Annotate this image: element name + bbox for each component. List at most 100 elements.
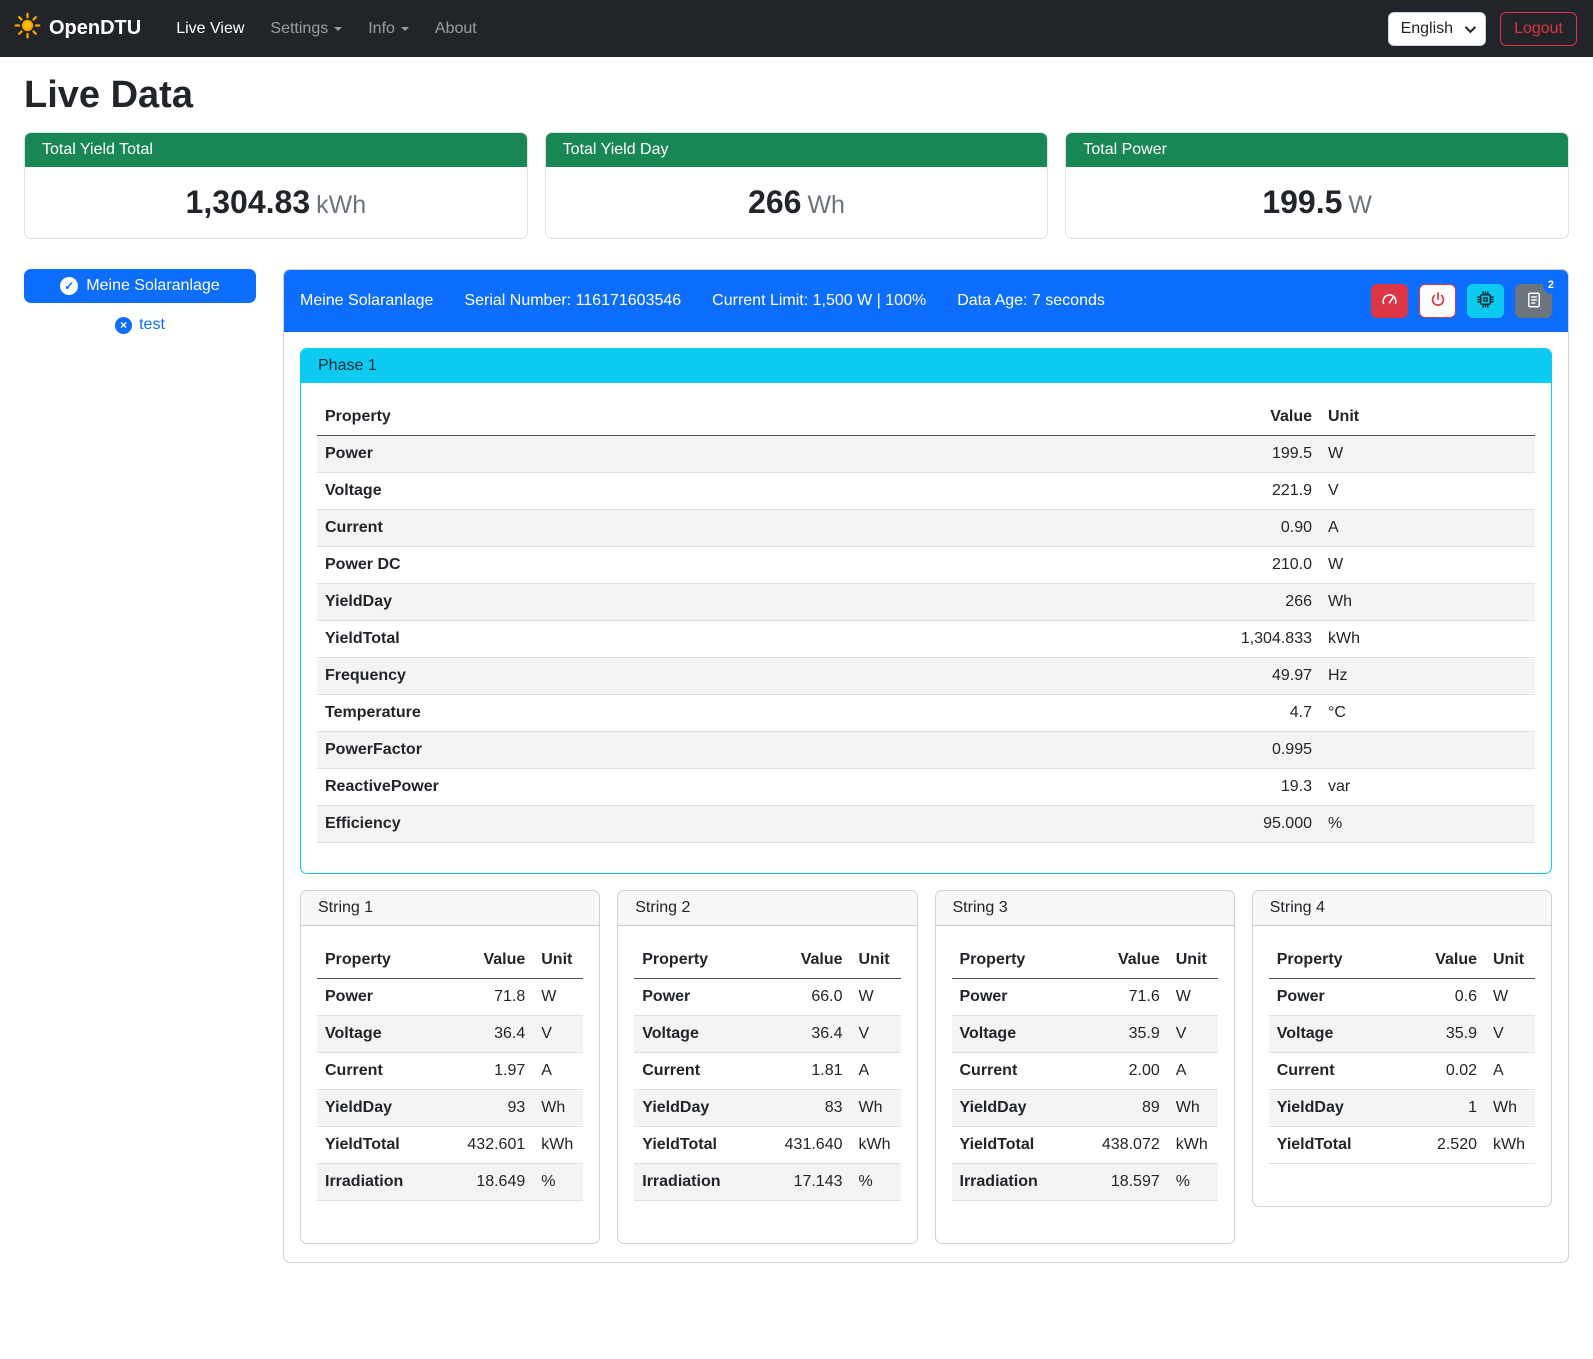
unit-cell: W [1485,979,1535,1016]
sidebar-item-label: test [139,316,165,334]
property-cell: Power [317,979,451,1016]
check-circle-icon: ✓ [60,277,78,295]
value-cell: 95.000 [1180,806,1320,843]
table-row: Power DC210.0W [317,547,1535,584]
table-row: Voltage36.4V [317,1016,583,1053]
unit-cell: V [1485,1016,1535,1053]
value-cell: 19.3 [1180,769,1320,806]
unit-cell: kWh [1485,1127,1535,1164]
unit-cell: °C [1320,695,1535,732]
property-cell: Current [1269,1053,1403,1090]
table-header-row: Property Value Unit [1269,942,1535,979]
property-cell: Efficiency [317,806,1180,843]
string-table: Property Value Unit Power71.6W Voltage35… [952,942,1218,1201]
property-cell: Irradiation [317,1164,451,1201]
string-body: Property Value Unit Power66.0W Voltage36… [618,926,916,1243]
power-toggle-button[interactable] [1419,284,1456,318]
nav-item-info[interactable]: Info [355,12,422,46]
string-body: Property Value Unit Power71.8W Voltage36… [301,926,599,1243]
string-body: Property Value Unit Power71.6W Voltage35… [936,926,1234,1243]
unit-cell: V [533,1016,583,1053]
col-property: Property [317,942,451,979]
table-row: YieldTotal431.640kWh [634,1127,900,1164]
unit-cell: Wh [533,1090,583,1127]
table-header-row: Property Value Unit [317,399,1535,436]
events-button[interactable]: 2 [1515,284,1552,318]
unit-cell: V [1168,1016,1218,1053]
table-row: Irradiation18.597% [952,1164,1218,1201]
card-body: 266Wh [546,167,1048,238]
property-cell: YieldTotal [317,621,1180,658]
table-row: YieldTotal2.520kWh [1269,1127,1535,1164]
table-row: Efficiency95.000% [317,806,1535,843]
unit-cell: A [851,1053,901,1090]
value-cell: 0.995 [1180,732,1320,769]
language-select[interactable]: English [1388,12,1486,46]
table-row: YieldDay266Wh [317,584,1535,621]
col-unit: Unit [1485,942,1535,979]
property-cell: YieldDay [952,1090,1086,1127]
inverter-select-button[interactable]: ✓ Meine Solaranlage [24,269,256,303]
nav-item-live-view[interactable]: Live View [163,12,257,46]
property-cell: YieldTotal [1269,1127,1403,1164]
device-info-button[interactable] [1467,284,1504,318]
property-cell: YieldDay [1269,1090,1403,1127]
unit-cell: kWh [533,1127,583,1164]
value-cell: 18.649 [451,1164,533,1201]
table-row: Current1.97A [317,1053,583,1090]
summary-cards: Total Yield Total 1,304.83kWh Total Yiel… [24,132,1569,239]
table-row: Voltage35.9V [952,1016,1218,1053]
string-3-card: String 3 Property Value Unit [935,890,1235,1244]
phase-title: Phase 1 [301,349,1551,383]
unit-cell: A [1485,1053,1535,1090]
journal-icon [1525,291,1543,312]
inverter-data-age: Data Age: 7 seconds [957,292,1105,310]
nav-item-about[interactable]: About [422,12,490,46]
unit-cell: A [1168,1053,1218,1090]
table-row: ReactivePower19.3var [317,769,1535,806]
unit-cell: W [1168,979,1218,1016]
limit-settings-button[interactable] [1371,284,1408,318]
unit-cell: Hz [1320,658,1535,695]
unit-cell: kWh [1168,1127,1218,1164]
table-row: YieldTotal1,304.833kWh [317,621,1535,658]
string-title: String 2 [618,891,916,926]
value-cell: 0.6 [1403,979,1485,1016]
table-row: Irradiation18.649% [317,1164,583,1201]
card-title: Total Yield Day [546,133,1048,167]
brand[interactable]: OpenDTU [14,12,141,45]
table-row: Power199.5W [317,436,1535,473]
string-4-card: String 4 Property Value Unit [1252,890,1552,1207]
col-value: Value [451,942,533,979]
property-cell: YieldDay [317,1090,451,1127]
sidebar-item-test[interactable]: × test [24,316,256,334]
card-value: 199.5 [1262,184,1342,220]
value-cell: 221.9 [1180,473,1320,510]
string-table: Property Value Unit Power71.8W Voltage36… [317,942,583,1201]
unit-cell: V [1320,473,1535,510]
table-header-row: Property Value Unit [317,942,583,979]
value-cell: 71.6 [1086,979,1168,1016]
table-row: Power71.6W [952,979,1218,1016]
inverter-name: Meine Solaranlage [300,292,433,310]
property-cell: Voltage [952,1016,1086,1053]
value-cell: 93 [451,1090,533,1127]
unit-cell: V [851,1016,901,1053]
property-cell: Voltage [317,473,1180,510]
value-cell: 432.601 [451,1127,533,1164]
value-cell: 89 [1086,1090,1168,1127]
property-cell: Voltage [634,1016,768,1053]
col-value: Value [1403,942,1485,979]
card-body: 1,304.83kWh [25,167,527,238]
phase-1-card: Phase 1 Property Value Unit Power199.5W [300,348,1552,874]
logout-button[interactable]: Logout [1500,12,1577,46]
nav-item-settings[interactable]: Settings [257,12,355,46]
total-power-card: Total Power 199.5W [1065,132,1569,239]
unit-cell: kWh [1320,621,1535,658]
property-cell: Irradiation [952,1164,1086,1201]
phase-body: Property Value Unit Power199.5W Voltage2… [301,383,1551,873]
events-count-badge: 2 [1543,277,1559,294]
power-icon [1429,291,1447,312]
property-cell: Voltage [317,1016,451,1053]
string-1-card: String 1 Property Value Unit [300,890,600,1244]
